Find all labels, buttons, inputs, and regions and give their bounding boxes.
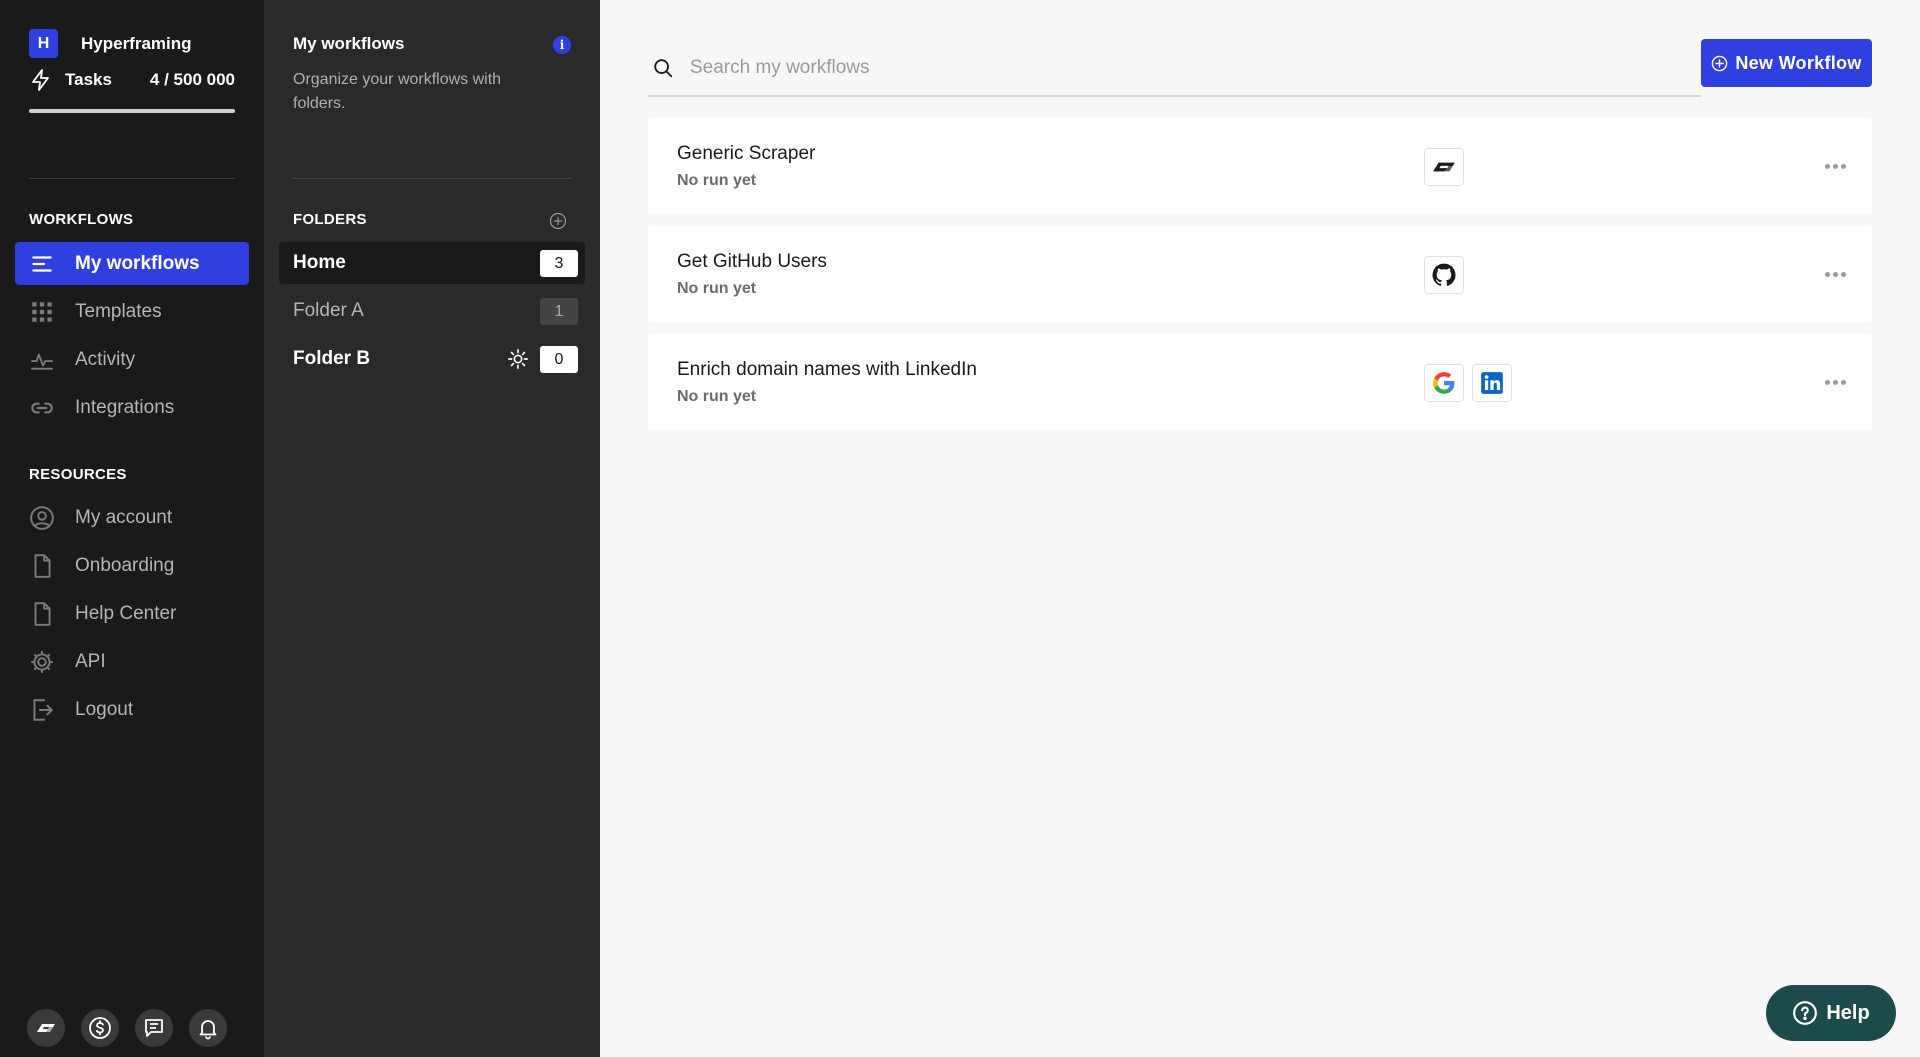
sidebar-divider [29, 178, 235, 179]
feedback-button[interactable] [135, 1009, 173, 1047]
resources-section-title: RESOURCES [29, 466, 127, 483]
app-badge [1424, 148, 1464, 186]
help-label: Help [1826, 1001, 1870, 1024]
document-icon [34, 601, 51, 626]
info-icon[interactable]: i [553, 36, 571, 54]
workflow-name: Generic Scraper [677, 143, 816, 164]
workspace-name: Hyperframing [81, 33, 192, 53]
sidebar-item-label: Integrations [75, 396, 175, 418]
sidebar-item-onboarding[interactable]: Onboarding [15, 544, 249, 587]
sidebar-bottom-toolbar [27, 1009, 227, 1047]
workspace-avatar: H [29, 29, 58, 58]
workflow-card[interactable]: Enrich domain names with LinkedIn No run… [648, 334, 1872, 430]
user-circle-icon [30, 505, 54, 530]
bell-icon [199, 1020, 217, 1040]
workflow-more-button[interactable] [1818, 261, 1852, 287]
folder-count: 1 [540, 298, 578, 325]
billing-button[interactable] [81, 1009, 119, 1047]
google-icon [1433, 372, 1455, 394]
folder-count: 0 [540, 346, 578, 373]
new-workflow-label: New Workflow [1735, 52, 1862, 73]
folder-item-home[interactable]: Home 3 [279, 242, 585, 284]
workflow-apps [1424, 256, 1464, 294]
app-badge [1424, 256, 1464, 294]
sidebar-item-my-account[interactable]: My account [15, 496, 249, 539]
sidebar-item-my-workflows[interactable]: My workflows [15, 242, 249, 285]
notifications-button[interactable] [189, 1009, 227, 1047]
sidebar-item-label: Logout [75, 698, 134, 720]
linkedin-icon [1481, 372, 1503, 394]
sidebar-item-logout[interactable]: Logout [15, 688, 249, 731]
folder-panel-divider [293, 178, 571, 179]
sidebar-item-label: Activity [75, 348, 136, 370]
sidebar-item-activity[interactable]: Activity [15, 338, 249, 381]
sidebar-item-label: API [75, 650, 106, 672]
add-folder-icon[interactable] [549, 212, 567, 230]
folders-section-title: FOLDERS [293, 211, 367, 228]
list-icon [32, 255, 52, 272]
logout-icon [33, 698, 53, 721]
folder-item-folder-a[interactable]: Folder A 1 [279, 290, 585, 332]
search-input[interactable] [690, 56, 1701, 79]
workflow-more-button[interactable] [1818, 153, 1852, 179]
workflows-section-title: WORKFLOWS [29, 211, 134, 228]
search-icon [654, 58, 673, 77]
new-workflow-button[interactable]: New Workflow [1701, 39, 1872, 87]
gear-icon [31, 650, 53, 673]
folder-panel-title: My workflows [293, 34, 405, 53]
help-button[interactable]: Help [1766, 985, 1896, 1041]
folder-name: Home [293, 252, 346, 273]
workflow-more-button[interactable] [1818, 369, 1852, 395]
logo-icon [37, 1024, 55, 1032]
folder-settings-icon[interactable] [507, 348, 529, 370]
workflow-name: Get GitHub Users [677, 251, 827, 272]
folder-panel: My workflows i Organize your workflows w… [264, 0, 600, 1057]
tasks-count: 4 / 500 000 [149, 70, 235, 89]
tasks-progress-fill [29, 109, 235, 113]
sidebar-item-label: Help Center [75, 602, 177, 624]
folder-count: 3 [540, 250, 578, 277]
folder-item-folder-b[interactable]: Folder B 0 [279, 338, 585, 380]
lightning-icon [32, 69, 49, 91]
search-bar [648, 40, 1701, 97]
tasks-label: Tasks [65, 70, 112, 89]
link-icon [31, 402, 53, 413]
folder-panel-description: Organize your workflows with folders. [293, 71, 502, 112]
app-badge [1472, 364, 1512, 402]
app-badge [1424, 364, 1464, 402]
workflow-card[interactable]: Get GitHub Users No run yet [648, 226, 1872, 322]
workflow-apps [1424, 364, 1512, 402]
dollar-icon [89, 1017, 111, 1039]
workflow-status: No run yet [677, 388, 757, 405]
workspace-switcher[interactable]: H Hyperframing [29, 29, 192, 58]
github-icon [1432, 263, 1456, 286]
sidebar-item-label: My account [75, 506, 173, 528]
sidebar-item-label: Templates [75, 300, 162, 322]
sidebar-item-templates[interactable]: Templates [15, 290, 249, 333]
document-icon [34, 553, 51, 578]
sidebar-item-label: My workflows [75, 252, 200, 274]
workflow-apps [1424, 148, 1464, 186]
workflow-status: No run yet [677, 172, 757, 189]
workflow-card[interactable]: Generic Scraper No run yet [648, 118, 1872, 214]
tasks-progress-bar [29, 109, 235, 113]
activity-icon [31, 353, 53, 370]
workflow-name: Enrich domain names with LinkedIn [677, 359, 977, 380]
chat-icon [145, 1019, 163, 1037]
folder-name: Folder B [293, 348, 371, 369]
sidebar-item-integrations[interactable]: Integrations [15, 386, 249, 429]
sidebar: H Hyperframing Tasks 4 / 500 000 WORKFLO… [0, 0, 264, 1057]
grid-icon [32, 301, 52, 322]
tasks-usage: Tasks 4 / 500 000 [29, 68, 235, 92]
sidebar-item-api[interactable]: API [15, 640, 249, 683]
logo-button[interactable] [27, 1009, 65, 1047]
question-circle-icon [1793, 1001, 1818, 1025]
sidebar-item-help-center[interactable]: Help Center [15, 592, 249, 635]
folder-name: Folder A [293, 300, 364, 321]
sidebar-item-label: Onboarding [75, 554, 175, 576]
plus-circle-icon [1712, 55, 1728, 71]
hyperframing-logo-icon [1433, 162, 1455, 172]
workflow-status: No run yet [677, 280, 757, 297]
